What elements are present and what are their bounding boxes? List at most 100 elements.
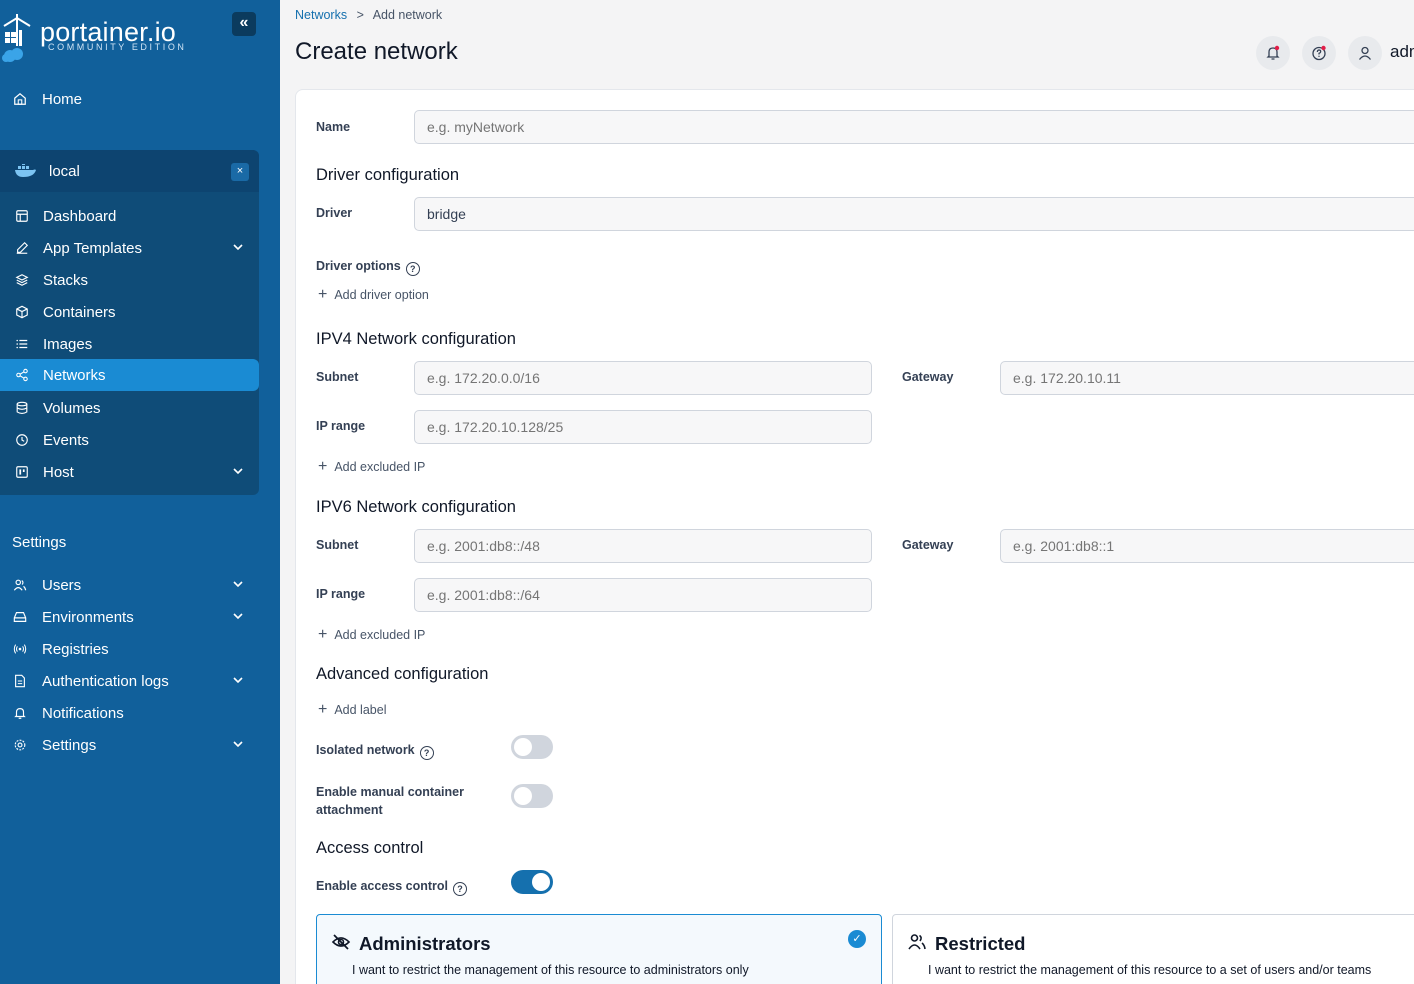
chevron-down-icon [233,581,243,588]
access-control-heading: Access control [316,839,424,857]
sidebar-item-stacks[interactable]: Stacks [0,264,259,296]
hard-drive-icon [12,609,28,625]
ipv6-range-label: IP range [316,587,366,601]
chevron-down-icon [233,468,243,475]
edit-icon [14,240,30,256]
help-icon[interactable]: ? [453,882,468,896]
toggle-knob [514,738,532,756]
sidebar-item-home[interactable]: Home [12,83,82,115]
ipv6-range-input[interactable] [414,578,872,612]
sidebar-item-host[interactable]: Host [0,456,259,488]
sidebar-item-label: App Templates [43,239,142,257]
sidebar-item-authentication-logs[interactable]: Authentication logs [0,665,259,697]
user-name[interactable]: adm [1390,42,1414,62]
manual-attachment-toggle[interactable] [511,784,553,808]
brand-subtitle: COMMUNITY EDITION [48,42,187,52]
check-circle-icon: ✓ [848,930,866,948]
chevron-down-icon [233,244,243,251]
ipv4-subnet-input[interactable] [414,361,872,395]
help-circle-icon [1312,45,1326,61]
enable-access-control-label: Enable access control? [316,879,468,896]
breadcrumb-current: Add network [372,8,443,22]
ipv4-gateway-input[interactable] [1000,361,1414,395]
sidebar-item-label: Networks [43,366,106,384]
access-option-administrators[interactable]: Administrators I want to restrict the ma… [316,914,882,984]
sidebar-item-networks[interactable]: Networks [0,359,259,391]
driver-label: Driver [316,206,353,220]
sidebar-item-label: Registries [42,640,109,658]
sidebar-item-label: Images [43,335,93,353]
plus-icon: + [318,626,328,643]
help-button[interactable] [1302,36,1336,70]
host-icon [14,464,30,480]
chevron-down-icon [233,741,243,748]
ipv6-add-excluded-ip-button[interactable]: + Add excluded IP [318,626,425,643]
collapse-sidebar-button[interactable]: « [232,12,256,36]
plus-icon: + [318,286,328,303]
sidebar-item-label: Volumes [43,399,101,417]
gear-icon [12,737,28,753]
access-control-toggle[interactable] [511,870,553,894]
help-icon[interactable]: ? [419,746,434,760]
bell-icon [12,705,28,721]
manual-attachment-label: Enable manual container attachment [316,783,464,819]
share-icon [14,367,30,383]
sidebar-item-volumes[interactable]: Volumes [0,392,259,424]
breadcrumb-networks-link[interactable]: Networks [295,8,347,22]
dashboard-icon [14,208,30,224]
chevron-down-icon [233,613,243,620]
network-name-input[interactable] [414,110,1414,144]
name-label: Name [316,120,351,134]
sidebar-item-label: Notifications [42,704,124,722]
users-icon [12,577,28,593]
access-option-restricted[interactable]: Restricted I want to restrict the manage… [892,914,1414,984]
bell-icon [1266,45,1280,60]
add-excluded-ip-label: Add excluded IP [334,460,426,474]
docker-icon [15,164,36,177]
driver-input[interactable]: bridge [414,197,1414,231]
isolated-network-label: Isolated network? [316,743,434,760]
isolated-network-toggle[interactable] [511,735,553,759]
add-driver-option-button[interactable]: + Add driver option [318,286,429,303]
radio-icon [12,641,28,657]
add-driver-option-label: Add driver option [334,288,429,302]
close-environment-button[interactable]: × [231,163,249,181]
sidebar-item-app-templates[interactable]: App Templates [0,232,259,264]
user-icon [1358,46,1372,60]
ipv4-add-excluded-ip-button[interactable]: + Add excluded IP [318,458,426,475]
help-icon[interactable]: ? [405,262,420,276]
database-icon [14,400,30,416]
layers-icon [14,272,30,288]
sidebar-item-images[interactable]: Images [0,328,259,360]
create-network-form: Name Driver configuration Driver bridge … [295,89,1414,984]
driver-options-label: Driver options? [316,259,420,276]
sidebar-item-notifications[interactable]: Notifications [0,697,259,729]
user-menu-button[interactable] [1348,36,1382,70]
ipv6-subnet-input[interactable] [414,529,872,563]
notifications-button[interactable] [1256,36,1290,70]
sidebar-item-registries[interactable]: Registries [0,633,259,665]
sidebar-item-settings[interactable]: Settings [0,729,259,761]
list-icon [14,336,30,352]
sidebar-item-containers[interactable]: Containers [0,296,259,328]
sidebar-item-events[interactable]: Events [0,424,259,456]
settings-heading: Settings [12,534,67,551]
sidebar-item-label: Settings [42,736,97,754]
sidebar-item-users[interactable]: Users [0,569,259,601]
plus-icon: + [318,458,328,475]
environment-header[interactable]: local × [0,150,259,192]
portainer-logo[interactable]: portainer.io COMMUNITY EDITION [0,8,220,62]
isolated-network-text: Isolated network [316,743,415,757]
sidebar-item-dashboard[interactable]: Dashboard [0,200,259,232]
add-label-button[interactable]: + Add label [318,701,386,718]
ipv6-subnet-label: Subnet [316,538,359,552]
sidebar-item-label: Events [43,431,89,449]
ipv6-gateway-input[interactable] [1000,529,1414,563]
driver-options-text: Driver options [316,259,401,273]
sidebar-item-environments[interactable]: Environments [0,601,259,633]
ipv6-configuration-heading: IPV6 Network configuration [316,498,516,516]
plus-icon: + [318,701,328,718]
ipv4-range-input[interactable] [414,410,872,444]
access-option-title: Restricted [935,933,1026,954]
clock-icon [14,432,30,448]
